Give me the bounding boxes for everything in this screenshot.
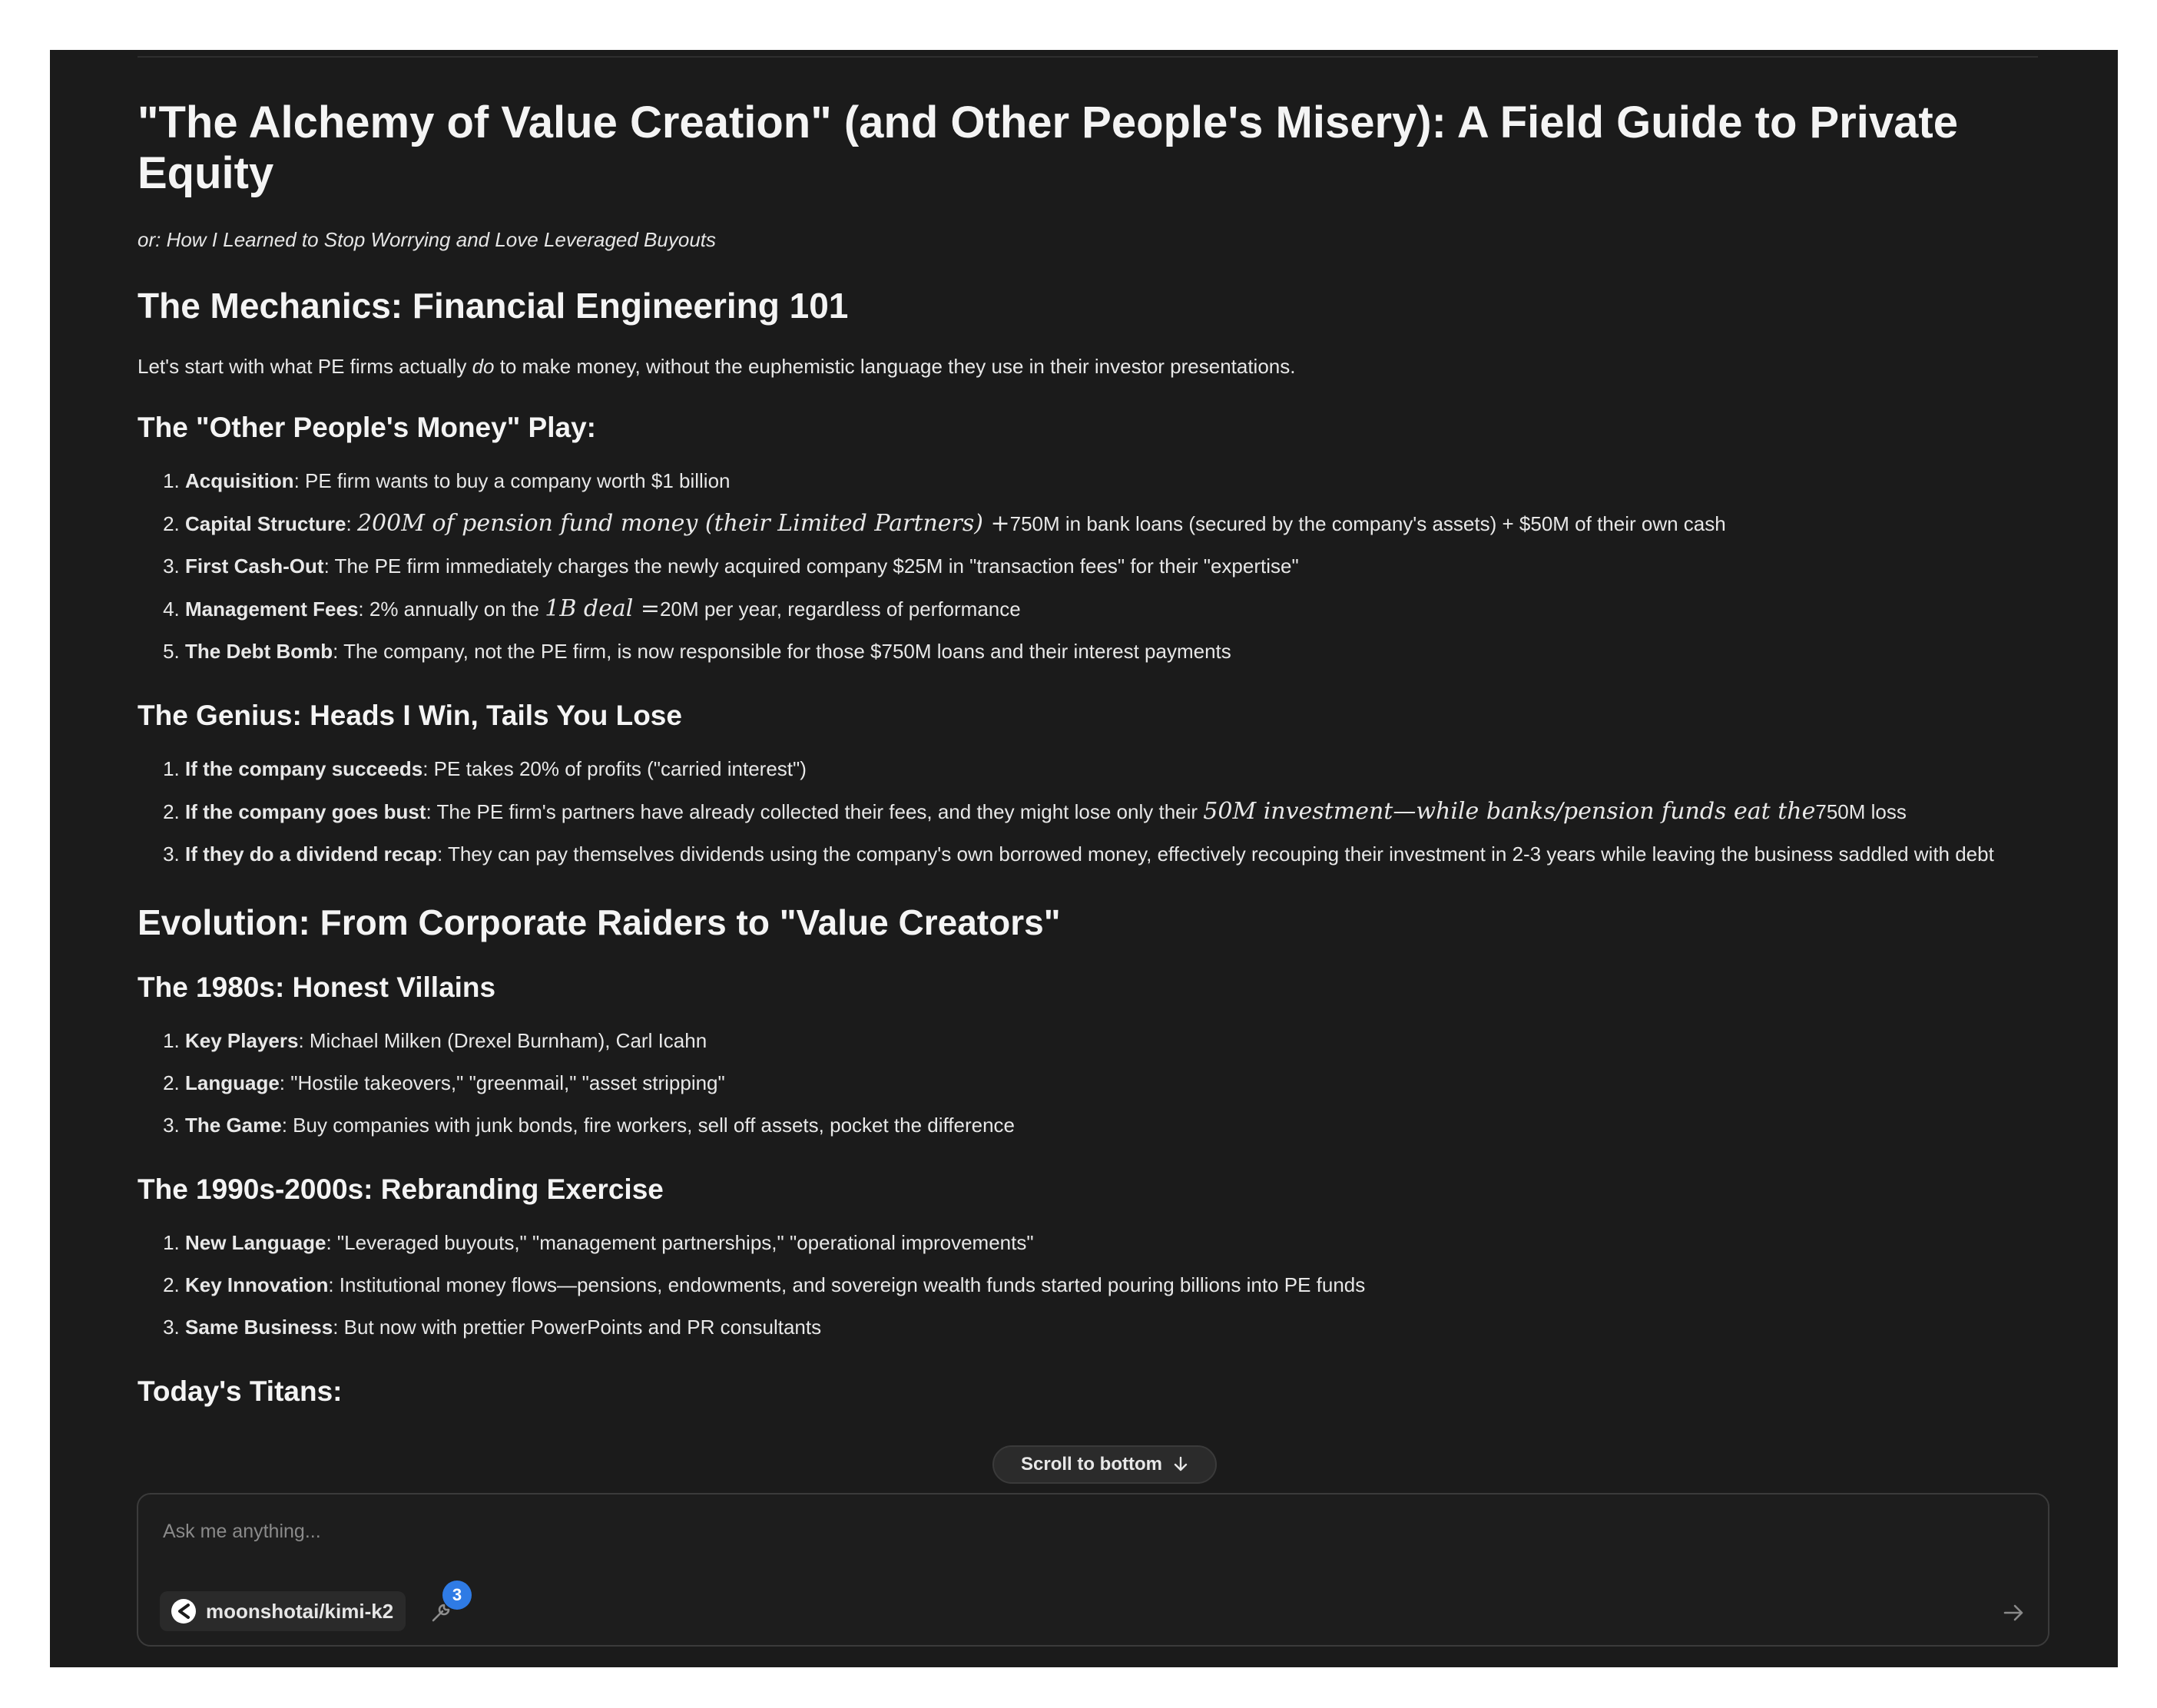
nineties-list: New Language: "Leveraged buyouts," "mana…	[138, 1227, 2050, 1343]
arrow-right-icon[interactable]	[2000, 1599, 2028, 1627]
subheading-1990s: The 1990s-2000s: Rebranding Exercise	[138, 1173, 664, 1205]
article-subtitle: or: How I Learned to Stop Worrying and L…	[138, 228, 716, 251]
list-item: Key Players: Michael Milken (Drexel Burn…	[185, 1025, 2050, 1057]
list-item: If the company succeeds: PE takes 20% of…	[185, 753, 2050, 785]
subheading-titans: Today's Titans:	[138, 1375, 343, 1407]
subheading-1980s: The 1980s: Honest Villains	[138, 972, 496, 1003]
list-item: Management Fees: 2% annually on the 1B d…	[185, 593, 2050, 625]
genius-list: If the company succeeds: PE takes 20% of…	[138, 753, 2050, 870]
section-heading-evolution: Evolution: From Corporate Raiders to "Va…	[138, 902, 1061, 942]
list-item: Language: "Hostile takeovers," "greenmai…	[185, 1068, 2050, 1099]
divider	[138, 56, 2038, 58]
list-item: Key Innovation: Institutional money flow…	[185, 1269, 2050, 1301]
list-item: Capital Structure: 200M of pension fund …	[185, 508, 2050, 540]
math-inline: 200M of pension fund money (their Limite…	[356, 510, 1010, 537]
list-item: Same Business: But now with prettier Pow…	[185, 1312, 2050, 1343]
subheading-opm: The "Other People's Money" Play:	[138, 412, 596, 443]
model-name: moonshotai/kimi-k2	[206, 1599, 394, 1623]
list-item: The Debt Bomb: The company, not the PE f…	[185, 636, 2050, 667]
article-title: "The Alchemy of Value Creation" (and Oth…	[138, 98, 1958, 198]
mechanics-intro: Let's start with what PE firms actually …	[138, 355, 1296, 378]
chat-composer: Ask me anything... moonshotai/kimi-k2 3	[137, 1493, 2049, 1647]
list-item: Acquisition: PE firm wants to buy a comp…	[185, 465, 2050, 497]
list-item: First Cash-Out: The PE firm immediately …	[185, 551, 2050, 582]
scroll-to-bottom-label: Scroll to bottom	[1021, 1454, 1162, 1475]
list-item: If they do a dividend recap: They can pa…	[185, 839, 2050, 870]
section-heading-mechanics: The Mechanics: Financial Engineering 101	[138, 286, 849, 326]
model-selector-button[interactable]: moonshotai/kimi-k2	[160, 1591, 406, 1631]
message-content: "The Alchemy of Value Creation" (and Oth…	[138, 98, 2050, 1508]
arrow-down-icon	[1174, 1456, 1188, 1471]
list-item: The Game: Buy companies with junk bonds,…	[185, 1110, 2050, 1141]
tools-count-badge: 3	[442, 1581, 472, 1610]
math-inline: 1B deal =	[545, 595, 661, 622]
list-item: New Language: "Leveraged buyouts," "mana…	[185, 1227, 2050, 1259]
chat-window: "The Alchemy of Value Creation" (and Oth…	[50, 50, 2118, 1667]
model-logo-icon	[171, 1599, 196, 1624]
opm-list: Acquisition: PE firm wants to buy a comp…	[138, 465, 2050, 667]
list-item: If the company goes bust: The PE firm's …	[185, 796, 2050, 828]
chat-input[interactable]: Ask me anything...	[163, 1521, 321, 1543]
subheading-genius: The Genius: Heads I Win, Tails You Lose	[138, 700, 682, 731]
scroll-to-bottom-button[interactable]: Scroll to bottom	[992, 1445, 1217, 1484]
math-inline: 50M investment—while banks/pension funds…	[1203, 798, 1816, 825]
eighties-list: Key Players: Michael Milken (Drexel Burn…	[138, 1025, 2050, 1141]
